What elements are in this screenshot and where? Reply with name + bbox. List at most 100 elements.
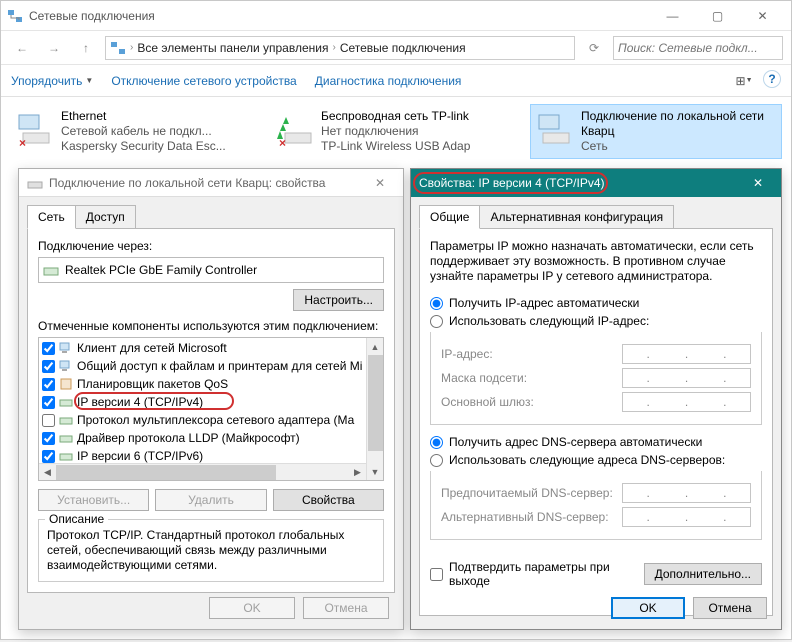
component-label: Планировщик пакетов QoS bbox=[77, 377, 228, 391]
search-input[interactable] bbox=[613, 36, 783, 60]
tab-bar: Общие Альтернативная конфигурация bbox=[411, 197, 781, 229]
scroll-thumb[interactable] bbox=[368, 355, 383, 451]
connection-name: Подключение по локальной сети Кварц bbox=[581, 109, 777, 139]
component-checkbox[interactable] bbox=[42, 396, 55, 409]
connection-adapter: Kaspersky Security Data Esc... bbox=[61, 139, 226, 154]
nav-back-button[interactable]: ← bbox=[9, 35, 35, 61]
maximize-button[interactable]: ▢ bbox=[695, 2, 740, 30]
connection-name: Беспроводная сеть TP-link bbox=[321, 109, 470, 124]
network-icon bbox=[7, 8, 23, 24]
radio-input[interactable] bbox=[430, 436, 443, 449]
install-button[interactable]: Установить... bbox=[38, 489, 149, 511]
component-icon bbox=[59, 395, 73, 409]
component-list[interactable]: Клиент для сетей Microsoft Общий доступ к… bbox=[38, 337, 384, 481]
vertical-scrollbar[interactable]: ▲ ▼ bbox=[366, 338, 383, 480]
breadcrumb-level1[interactable]: Все элементы панели управления bbox=[137, 41, 328, 55]
radio-ip-auto[interactable]: Получить IP-адрес автоматически bbox=[430, 296, 762, 310]
tab-general[interactable]: Общие bbox=[419, 205, 480, 229]
breadcrumb-icon bbox=[110, 40, 126, 56]
component-row[interactable]: Планировщик пакетов QoS bbox=[40, 375, 382, 393]
advanced-button[interactable]: Дополнительно... bbox=[644, 563, 762, 585]
adapter-name: Realtek PCIe GbE Family Controller bbox=[65, 263, 257, 277]
radio-input[interactable] bbox=[430, 315, 443, 328]
dialog-close-button[interactable]: ✕ bbox=[743, 176, 773, 190]
component-checkbox[interactable] bbox=[42, 378, 55, 391]
ip-address-input[interactable]: ... bbox=[622, 344, 751, 364]
component-checkbox[interactable] bbox=[42, 432, 55, 445]
component-row[interactable]: Общий доступ к файлам и принтерам для се… bbox=[40, 357, 382, 375]
component-checkbox[interactable] bbox=[42, 450, 55, 463]
dialog-title-bar[interactable]: Свойства: IP версии 4 (TCP/IPv4) ✕ bbox=[411, 169, 781, 197]
radio-input[interactable] bbox=[430, 297, 443, 310]
connection-item-ethernet[interactable]: × Ethernet Сетевой кабель не подкл... Ka… bbox=[11, 105, 261, 158]
ok-button[interactable]: OK bbox=[209, 597, 295, 619]
scroll-up-arrow[interactable]: ▲ bbox=[367, 338, 383, 355]
nav-forward-button[interactable]: → bbox=[41, 35, 67, 61]
view-mode-button[interactable]: ⊞▼ bbox=[733, 70, 755, 92]
connection-list: × Ethernet Сетевой кабель не подкл... Ka… bbox=[1, 97, 791, 166]
connection-properties-dialog: Подключение по локальной сети Кварц: сво… bbox=[18, 168, 404, 630]
horizontal-scrollbar[interactable]: ◀ ▶ bbox=[39, 463, 366, 480]
alternate-dns-input[interactable]: ... bbox=[622, 507, 751, 527]
checkbox-input[interactable] bbox=[430, 568, 443, 581]
connection-item-quartz[interactable]: Подключение по локальной сети Кварц Сеть bbox=[531, 105, 781, 158]
tab-alt-config[interactable]: Альтернативная конфигурация bbox=[479, 205, 674, 229]
component-row[interactable]: IP версии 4 (TCP/IPv4) bbox=[40, 393, 382, 411]
organize-button[interactable]: Упорядочить▼ bbox=[11, 74, 93, 88]
connection-item-wireless[interactable]: × Беспроводная сеть TP-link Нет подключе… bbox=[271, 105, 521, 158]
subnet-mask-input[interactable]: ... bbox=[622, 368, 751, 388]
component-checkbox[interactable] bbox=[42, 414, 55, 427]
tab-access[interactable]: Доступ bbox=[75, 205, 136, 229]
component-icon bbox=[59, 341, 73, 355]
cancel-button[interactable]: Отмена bbox=[303, 597, 389, 619]
uninstall-button[interactable]: Удалить bbox=[155, 489, 266, 511]
scroll-down-arrow[interactable]: ▼ bbox=[367, 463, 383, 480]
nav-up-button[interactable]: ↑ bbox=[73, 35, 99, 61]
close-button[interactable]: ✕ bbox=[740, 2, 785, 30]
minimize-button[interactable]: — bbox=[650, 2, 695, 30]
connection-status: Нет подключения bbox=[321, 124, 470, 139]
tab-network[interactable]: Сеть bbox=[27, 205, 76, 229]
dialog-title: Подключение по локальной сети Кварц: сво… bbox=[49, 176, 365, 190]
connection-name: Ethernet bbox=[61, 109, 226, 124]
breadcrumb-level2[interactable]: Сетевые подключения bbox=[340, 41, 466, 55]
scroll-thumb[interactable] bbox=[56, 465, 276, 480]
confirm-on-exit-checkbox[interactable]: Подтвердить параметры при выходе bbox=[430, 560, 638, 588]
search-field[interactable] bbox=[618, 41, 778, 55]
gateway-input[interactable]: ... bbox=[622, 392, 751, 412]
nic-icon bbox=[27, 175, 43, 191]
preferred-dns-input[interactable]: ... bbox=[622, 483, 751, 503]
breadcrumb[interactable]: › Все элементы панели управления › Сетев… bbox=[105, 36, 575, 60]
scroll-right-arrow[interactable]: ▶ bbox=[349, 464, 366, 481]
toolbar: Упорядочить▼ Отключение сетевого устройс… bbox=[1, 65, 791, 97]
dialog-close-button[interactable]: ✕ bbox=[365, 176, 395, 190]
component-checkbox[interactable] bbox=[42, 342, 55, 355]
ok-button[interactable]: OK bbox=[611, 597, 685, 619]
dns-manual-group: Предпочитаемый DNS-сервер:... Альтернати… bbox=[430, 471, 762, 540]
cancel-button[interactable]: Отмена bbox=[693, 597, 767, 619]
dialog-title: Свойства: IP версии 4 (TCP/IPv4) bbox=[419, 176, 743, 190]
component-row[interactable]: Клиент для сетей Microsoft bbox=[40, 339, 382, 357]
svg-text:×: × bbox=[279, 136, 286, 149]
component-row[interactable]: Протокол мультиплексора сетевого адаптер… bbox=[40, 411, 382, 429]
properties-button[interactable]: Свойства bbox=[273, 489, 384, 511]
help-button[interactable]: ? bbox=[763, 70, 781, 88]
scroll-left-arrow[interactable]: ◀ bbox=[39, 464, 56, 481]
dialog-title-bar[interactable]: Подключение по локальной сети Кварц: сво… bbox=[19, 169, 403, 197]
radio-input[interactable] bbox=[430, 454, 443, 467]
radio-ip-manual[interactable]: Использовать следующий IP-адрес: bbox=[430, 314, 762, 328]
connection-status: Сеть bbox=[581, 139, 777, 154]
radio-dns-manual[interactable]: Использовать следующие адреса DNS-сервер… bbox=[430, 453, 762, 467]
component-checkbox[interactable] bbox=[42, 360, 55, 373]
ipv4-properties-dialog: Свойства: IP версии 4 (TCP/IPv4) ✕ Общие… bbox=[410, 168, 782, 630]
refresh-button[interactable]: ⟳ bbox=[581, 35, 607, 61]
disable-device-button[interactable]: Отключение сетевого устройства bbox=[111, 74, 296, 88]
component-row[interactable]: Драйвер протокола LLDP (Майкрософт) bbox=[40, 429, 382, 447]
radio-dns-auto[interactable]: Получить адрес DNS-сервера автоматически bbox=[430, 435, 762, 449]
connection-adapter: TP-Link Wireless USB Adap bbox=[321, 139, 470, 154]
diagnose-button[interactable]: Диагностика подключения bbox=[315, 74, 462, 88]
chevron-icon: › bbox=[332, 42, 335, 53]
component-label: Протокол мультиплексора сетевого адаптер… bbox=[77, 413, 354, 427]
configure-button[interactable]: Настроить... bbox=[293, 289, 384, 311]
component-label: Клиент для сетей Microsoft bbox=[77, 341, 227, 355]
